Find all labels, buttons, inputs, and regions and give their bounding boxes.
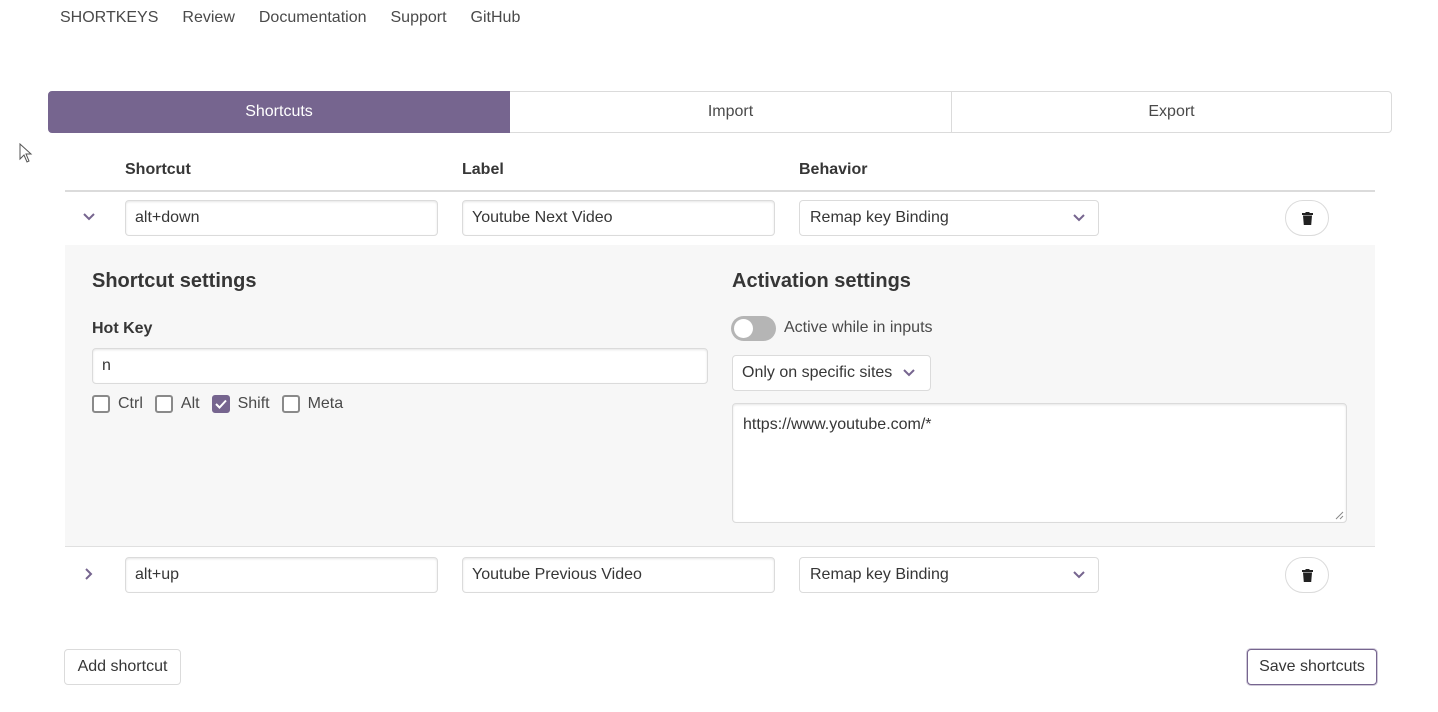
column-header-label: Label (462, 161, 504, 178)
chevron-down-icon (903, 369, 915, 377)
label-input[interactable] (462, 200, 775, 236)
chevron-down-icon (83, 213, 95, 221)
hotkey-input[interactable] (92, 348, 708, 384)
nav-link-support[interactable]: Support (391, 7, 447, 29)
nav-link-review[interactable]: Review (182, 7, 234, 29)
label-input[interactable] (462, 557, 775, 593)
site-mode-value: Only on specific sites (742, 364, 893, 381)
main-tabs: Shortcuts Import Export (48, 91, 1392, 133)
active-in-inputs-toggle[interactable] (731, 316, 776, 341)
top-nav: SHORTKEYS Review Documentation Support G… (60, 7, 544, 29)
delete-shortcut-button[interactable] (1285, 557, 1329, 593)
active-in-inputs-label: Active while in inputs (784, 319, 933, 336)
alt-checkbox[interactable]: Alt (154, 395, 200, 413)
behavior-select-value: Remap key Binding (810, 566, 949, 583)
nav-link-shortkeys[interactable]: SHORTKEYS (60, 7, 158, 29)
delete-shortcut-button[interactable] (1285, 200, 1329, 236)
checkbox-box (211, 395, 230, 413)
alt-checkbox-label: Alt (180, 395, 200, 412)
table-row: Remap key Binding (65, 191, 1375, 246)
ctrl-checkbox-label: Ctrl (118, 395, 143, 412)
chevron-down-icon (1073, 214, 1085, 222)
shift-checkbox[interactable]: Shift (211, 395, 270, 413)
shift-checkbox-label: Shift (237, 395, 270, 412)
chevron-down-icon (1073, 571, 1085, 579)
behavior-select[interactable]: Remap key Binding (799, 557, 1099, 593)
table-row: Remap key Binding (65, 548, 1375, 602)
trash-icon (1301, 568, 1313, 582)
shortcut-settings-title: Shortcut settings (92, 270, 257, 292)
shortcut-input[interactable] (125, 557, 438, 593)
save-shortcuts-button[interactable]: Save shortcuts (1247, 649, 1377, 685)
sites-textarea-value: https://www.youtube.com/* (743, 416, 932, 433)
checkbox-box (154, 395, 173, 413)
tab-export[interactable]: Export (952, 91, 1392, 133)
behavior-select-value: Remap key Binding (810, 209, 949, 226)
add-shortcut-button[interactable]: Add shortcut (64, 649, 181, 685)
collapse-row-button[interactable] (79, 207, 99, 227)
behavior-select[interactable]: Remap key Binding (799, 200, 1099, 236)
meta-checkbox[interactable]: Meta (281, 395, 344, 413)
checkbox-box (92, 395, 110, 413)
column-header-behavior: Behavior (799, 161, 868, 178)
sites-textarea[interactable]: https://www.youtube.com/* (732, 403, 1347, 523)
shortcut-details-panel: Shortcut settings Hot Key Ctrl Alt Shift… (65, 245, 1375, 547)
hotkey-label: Hot Key (92, 320, 153, 337)
toggle-knob (734, 319, 753, 338)
shortcut-input[interactable] (125, 200, 438, 236)
tab-shortcuts[interactable]: Shortcuts (48, 91, 510, 133)
activation-settings-title: Activation settings (732, 270, 911, 292)
meta-checkbox-label: Meta (307, 395, 344, 412)
trash-icon (1301, 211, 1313, 225)
modifier-checkboxes: Ctrl Alt Shift Meta (92, 395, 355, 413)
resize-grip-icon[interactable] (1335, 511, 1344, 520)
checkmark-icon (214, 399, 227, 409)
table-header: Shortcut Label Behavior (65, 157, 1375, 192)
site-mode-select[interactable]: Only on specific sites (732, 355, 931, 391)
expand-row-button[interactable] (79, 564, 99, 584)
column-header-shortcut: Shortcut (125, 161, 191, 178)
tab-import[interactable]: Import (510, 91, 952, 133)
chevron-right-icon (85, 568, 93, 580)
mouse-cursor-icon (19, 142, 33, 168)
ctrl-checkbox[interactable]: Ctrl (92, 395, 143, 413)
nav-link-github[interactable]: GitHub (471, 7, 521, 29)
checkbox-box (281, 395, 300, 413)
nav-link-documentation[interactable]: Documentation (259, 7, 367, 29)
